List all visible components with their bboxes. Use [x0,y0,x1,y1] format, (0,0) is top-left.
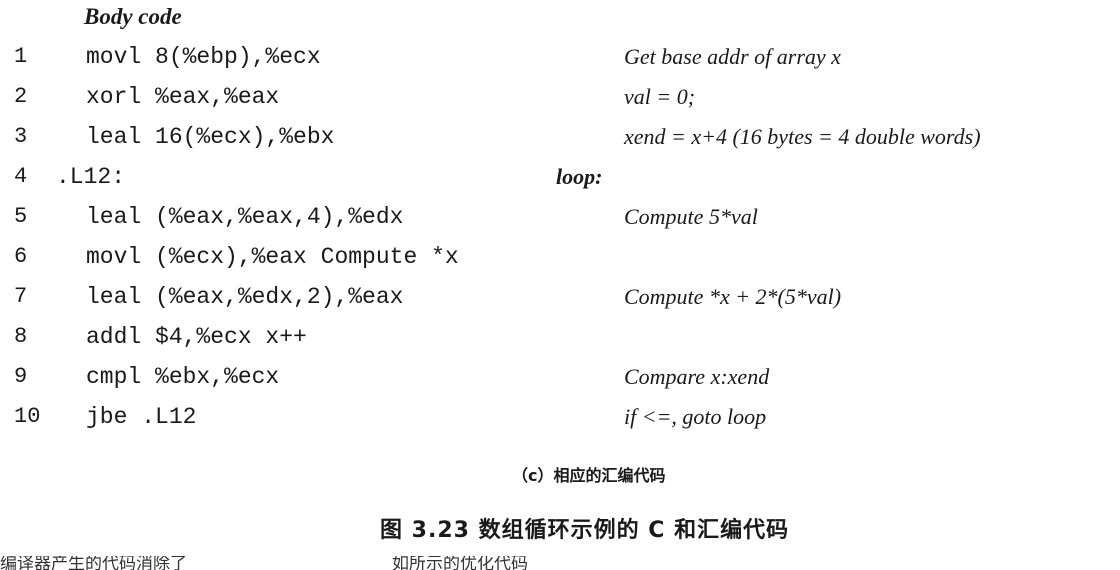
line-number: 9 [14,364,28,389]
assembly-label: .L12: [56,164,126,190]
assembly-code: leal 16(%ecx),%ebx [86,124,335,150]
code-line-1: 1 movl 8(%ebp),%ecx Get base addr of arr… [0,41,1120,73]
assembly-code: movl 8(%ebp),%ecx [86,44,321,70]
code-line-2: 2 xorl %eax,%eax val = 0; [0,81,1120,113]
line-number: 7 [14,284,28,309]
code-comment: Compare x:xend [624,364,770,389]
code-line-8: 8 addl $4,%ecx x++ [0,321,1120,353]
code-line-3: 3 leal 16(%ecx),%ebx xend = x+4 (16 byte… [0,121,1120,153]
document-page: Body code 1 movl 8(%ebp),%ecx Get base a… [0,0,1120,570]
assembly-code: leal (%eax,%edx,2),%eax [86,284,404,310]
assembly-code: movl (%ecx),%eax Compute *x [86,244,459,270]
line-number: 1 [14,44,28,69]
assembly-code: leal (%eax,%eax,4),%edx [86,204,404,230]
code-comment: Get base addr of array x [624,44,841,69]
section-header: Body code [84,4,182,29]
code-comment: xend = x+4 (16 bytes = 4 double words) [624,124,981,149]
code-line-5: 5 leal (%eax,%eax,4),%edx Compute 5*val [0,201,1120,233]
line-number: 10 [14,404,41,429]
assembly-code: addl $4,%ecx x++ [86,324,307,350]
code-line-10: 10 jbe .L12 if <=, goto loop [0,401,1120,433]
code-line-6: 6 movl (%ecx),%eax Compute *x [0,241,1120,273]
cutoff-text-right: 如所示的优化代码 [392,556,528,570]
line-number: 8 [14,324,28,349]
figure-caption: 图 3.23 数组循环示例的 C 和汇编代码 [380,518,790,543]
code-line-9: 9 cmpl %ebx,%ecx Compare x:xend [0,361,1120,393]
code-comment: Compute 5*val [624,204,758,229]
assembly-code: xorl %eax,%eax [86,84,280,110]
code-comment: val = 0; [624,84,696,109]
line-number: 5 [14,204,28,229]
cutoff-text-left: 编译器产生的代码消除了 [0,556,187,570]
cutoff-body-text: 编译器产生的代码消除了 如所示的优化代码 [0,556,1120,570]
sub-figure-caption: （c）相应的汇编代码 [512,466,666,485]
code-line-7: 7 leal (%eax,%edx,2),%eax Compute *x + 2… [0,281,1120,313]
assembly-code: cmpl %ebx,%ecx [86,364,280,390]
code-comment: Compute *x + 2*(5*val) [624,284,842,309]
line-number: 4 [14,164,28,189]
line-number: 3 [14,124,28,149]
assembly-code: jbe .L12 [86,404,197,430]
line-number: 6 [14,244,28,269]
code-comment: loop: [556,164,603,189]
code-line-4: 4 .L12: loop: [0,161,1120,193]
line-number: 2 [14,84,28,109]
code-comment: if <=, goto loop [624,404,767,429]
